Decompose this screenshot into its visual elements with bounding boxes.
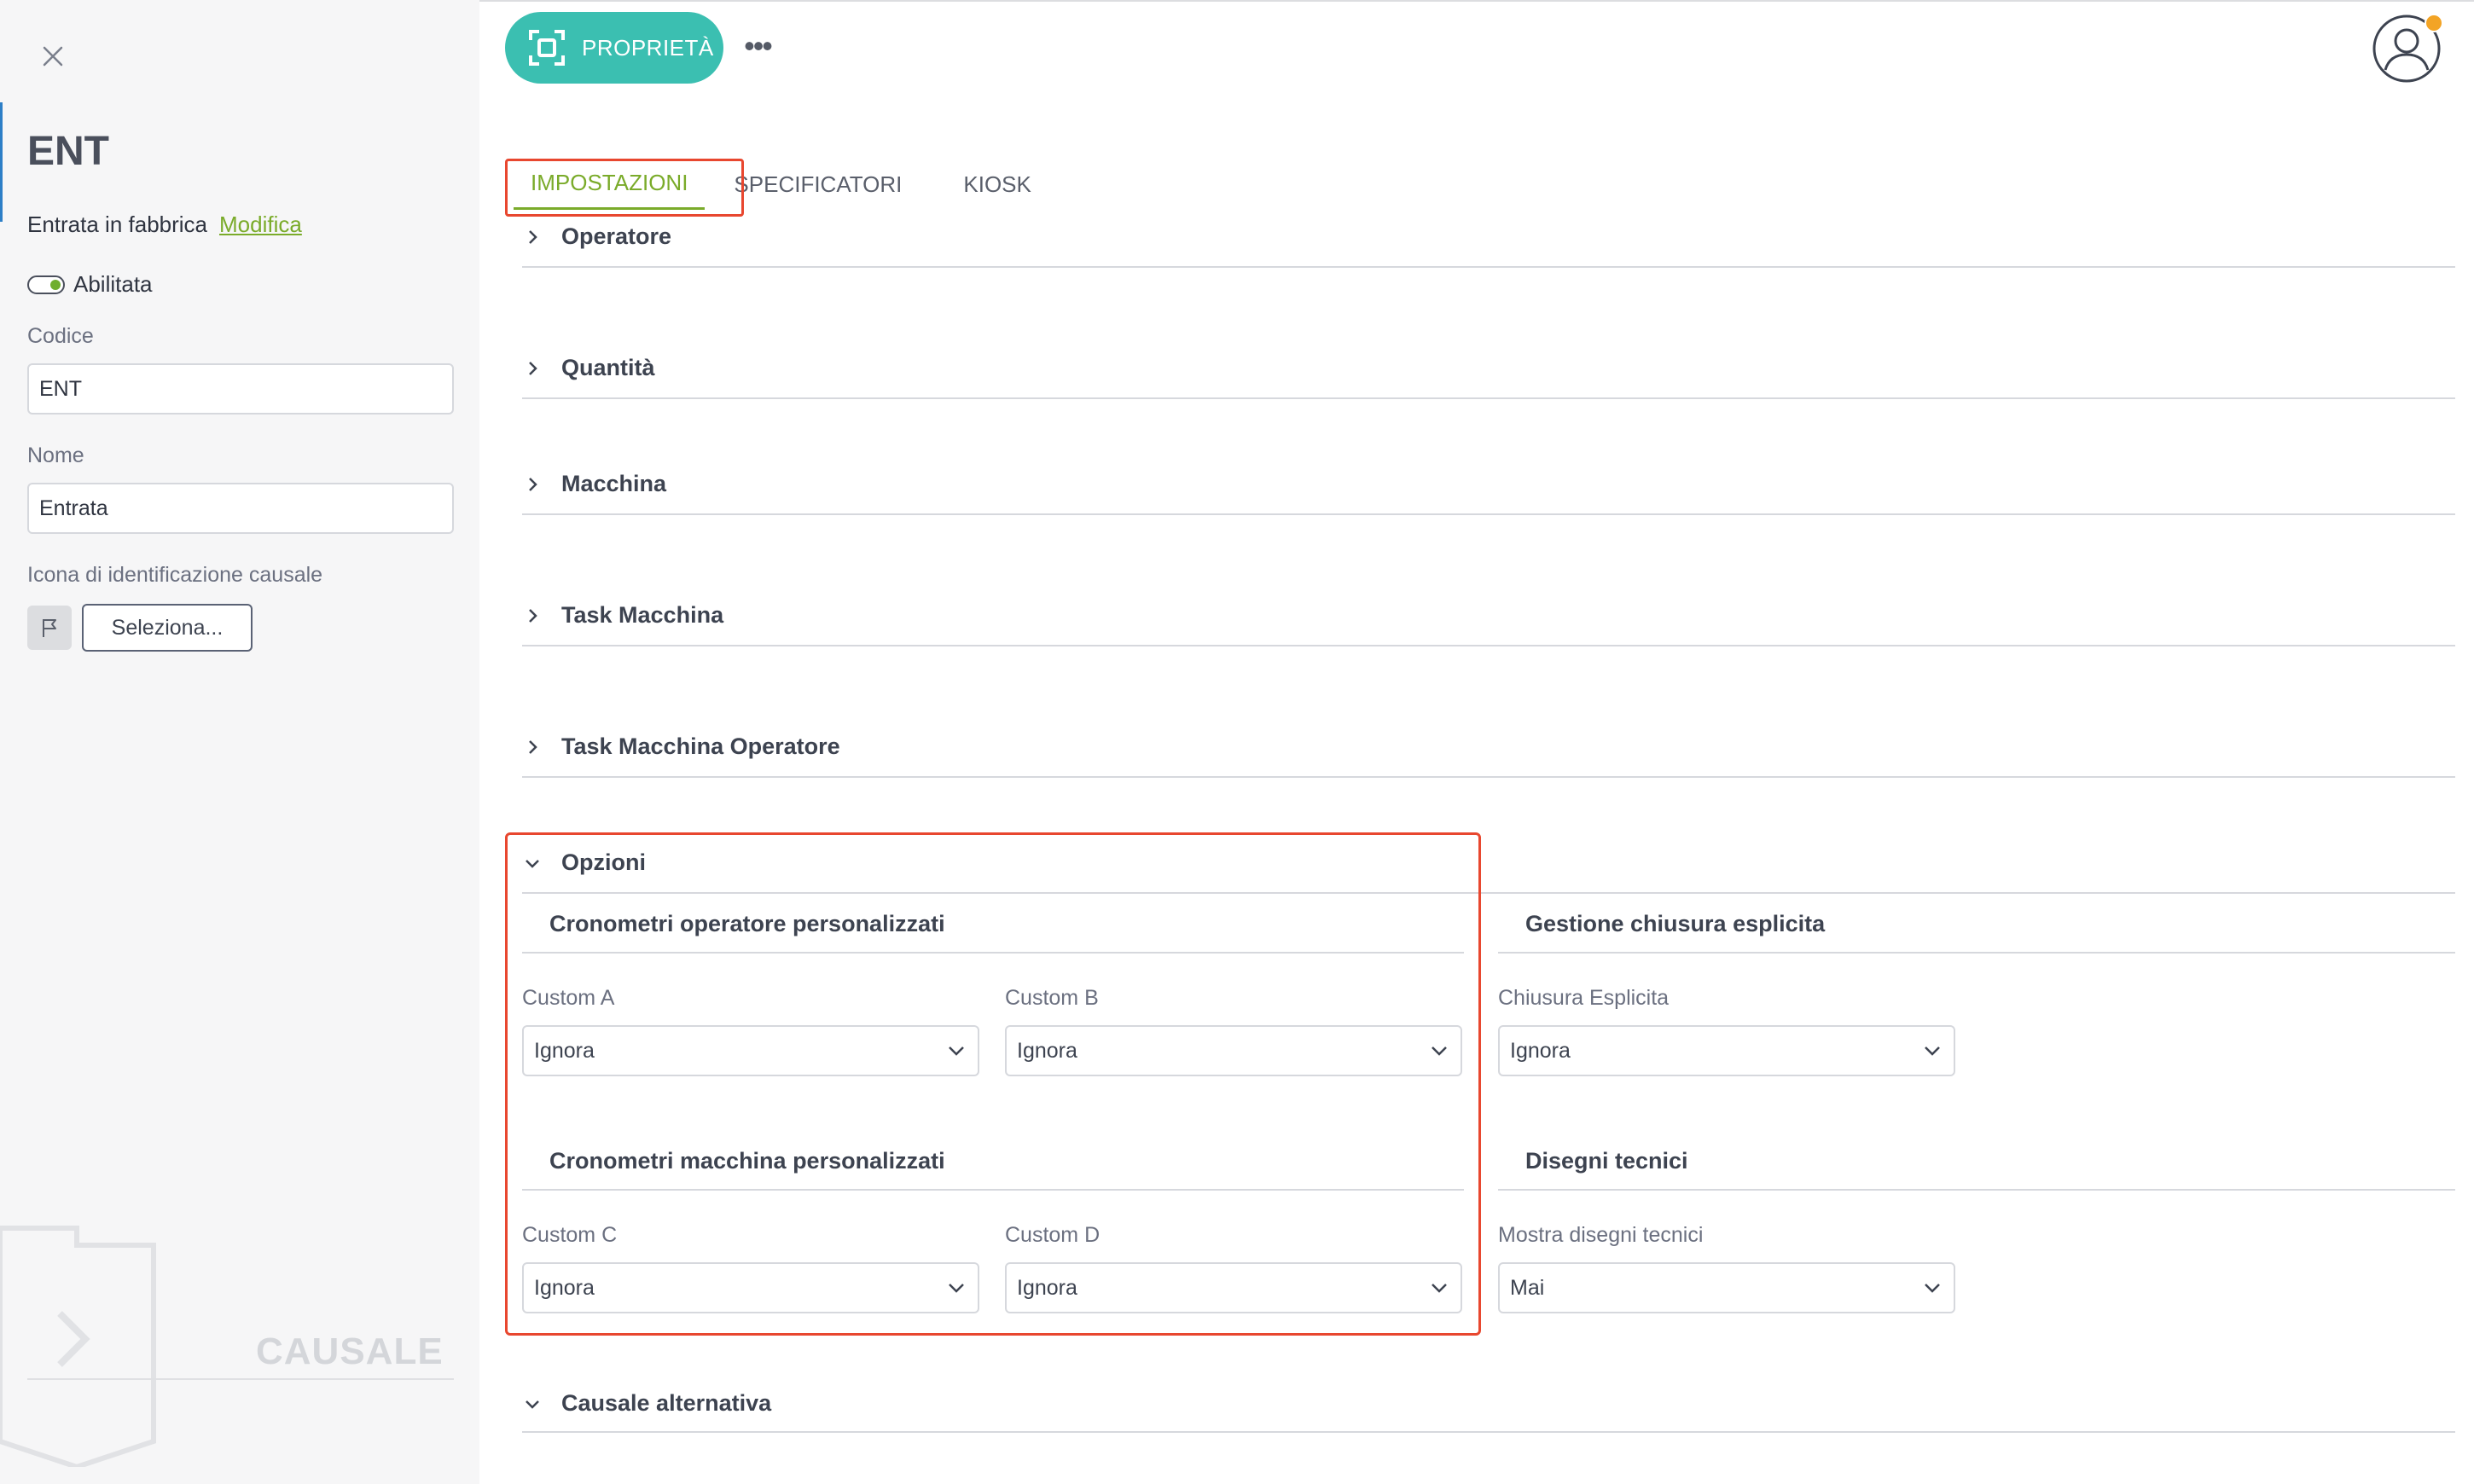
disegni-value: Mai [1510, 1275, 1545, 1300]
tab-specificatori[interactable]: SPECIFICATORI [717, 159, 919, 210]
chiusura-title: Gestione chiusura esplicita [1525, 911, 1826, 936]
custom-d-value: Ignora [1017, 1275, 1077, 1300]
edit-type-link[interactable]: Modifica [219, 212, 302, 237]
divider [522, 1189, 1464, 1191]
divider [1498, 952, 2455, 954]
divider [522, 397, 2455, 399]
chiusura-label: Chiusura Esplicita [1498, 986, 1670, 1010]
tab-bar: IMPOSTAZIONI SPECIFICATORI KIOSK [514, 159, 1048, 210]
chevron-right-icon [529, 739, 537, 754]
chevron-down-icon [1925, 1284, 1940, 1293]
entity-type-row: Entrata in fabbrica Modifica [27, 212, 302, 238]
custom-a-value: Ignora [534, 1038, 595, 1063]
custom-c-label: Custom C [522, 1223, 618, 1247]
top-border [479, 0, 2474, 2]
cron-operatore-title: Cronometri operatore personalizzati [549, 911, 945, 936]
tab-impostazioni[interactable]: IMPOSTAZIONI [514, 159, 706, 210]
chevron-down-icon [949, 1046, 964, 1056]
nome-label: Nome [27, 443, 84, 467]
more-icon[interactable]: ••• [742, 28, 773, 63]
chevron-down-icon [949, 1284, 964, 1293]
divider [522, 892, 2455, 894]
chiusura-value: Ignora [1510, 1038, 1571, 1063]
chevron-right-icon [529, 608, 537, 623]
chevron-down-icon [526, 859, 539, 868]
section-title: Macchina [561, 471, 667, 496]
chevron-right-icon [529, 229, 537, 244]
section-causale-alternativa[interactable]: Causale alternativa [522, 1390, 771, 1417]
disegni-label: Mostra disegni tecnici [1498, 1223, 1704, 1247]
chevron-down-icon [1432, 1284, 1447, 1293]
properties-button-label: PROPRIETÀ [582, 34, 714, 61]
tab-kiosk[interactable]: KIOSK [946, 159, 1048, 210]
entity-type-text: Entrata in fabbrica [27, 212, 208, 237]
custom-d-select[interactable]: Ignora [1005, 1262, 1462, 1313]
chevron-down-icon [526, 1400, 539, 1409]
notification-badge [2425, 14, 2443, 32]
divider [522, 1431, 2455, 1433]
entity-side-panel: ENT Entrata in fabbrica Modifica Abilitat… [0, 0, 479, 1484]
divider [522, 776, 2455, 778]
disegni-title: Disegni tecnici [1525, 1148, 1688, 1174]
properties-button[interactable]: PROPRIETÀ [505, 12, 723, 84]
section-title: Operatore [561, 223, 672, 249]
icon-label: Icona di identificazione causale [27, 563, 323, 587]
custom-b-value: Ignora [1017, 1038, 1077, 1063]
causale-watermark-label: CAUSALE [256, 1330, 444, 1372]
causale-watermark-icon [0, 1211, 171, 1471]
divider [1498, 1189, 2455, 1191]
custom-d-label: Custom D [1005, 1223, 1101, 1247]
section-task-macchina[interactable]: Task Macchina [522, 602, 723, 629]
chevron-down-icon [1925, 1046, 1940, 1056]
enabled-toggle-row[interactable]: Abilitata [27, 271, 153, 298]
flag-icon [27, 606, 72, 650]
divider [522, 266, 2455, 268]
chevron-right-icon [529, 477, 537, 491]
focus-frame-icon [529, 30, 565, 66]
cron-macchina-title: Cronometri macchina personalizzati [549, 1148, 945, 1174]
section-macchina[interactable]: Macchina [522, 471, 666, 497]
custom-b-label: Custom B [1005, 986, 1099, 1010]
section-title: Causale alternativa [561, 1390, 772, 1416]
divider [522, 645, 2455, 646]
custom-a-label: Custom A [522, 986, 615, 1010]
section-title: Task Macchina [561, 602, 724, 628]
codice-input[interactable] [27, 363, 454, 414]
opzioni-highlight-box [505, 832, 1481, 1336]
custom-b-select[interactable]: Ignora [1005, 1025, 1462, 1076]
custom-c-select[interactable]: Ignora [522, 1262, 979, 1313]
disegni-select[interactable]: Mai [1498, 1262, 1955, 1313]
section-opzioni[interactable]: Opzioni [522, 849, 646, 876]
chiusura-select[interactable]: Ignora [1498, 1025, 1955, 1076]
section-operatore[interactable]: Operatore [522, 223, 671, 250]
chevron-down-icon [1432, 1046, 1447, 1056]
close-icon[interactable] [38, 41, 68, 72]
custom-c-value: Ignora [534, 1275, 595, 1300]
entity-code-title: ENT [27, 129, 109, 174]
chevron-right-icon [529, 361, 537, 375]
section-title: Opzioni [561, 849, 646, 875]
section-task-macchina-operatore[interactable]: Task Macchina Operatore [522, 733, 840, 760]
toggle-knob [50, 279, 61, 290]
custom-a-select[interactable]: Ignora [522, 1025, 979, 1076]
enabled-toggle[interactable] [27, 275, 65, 294]
divider [522, 513, 2455, 515]
section-title: Quantità [561, 355, 655, 380]
window-edge-accent [0, 102, 3, 222]
watermark-divider [27, 1378, 454, 1380]
nome-input[interactable] [27, 483, 454, 534]
select-icon-button[interactable]: Seleziona... [82, 604, 253, 652]
divider [522, 952, 1464, 954]
section-title: Task Macchina Operatore [561, 733, 840, 759]
codice-label: Codice [27, 324, 94, 348]
section-quantita[interactable]: Quantità [522, 355, 655, 381]
enabled-toggle-label: Abilitata [73, 271, 153, 297]
